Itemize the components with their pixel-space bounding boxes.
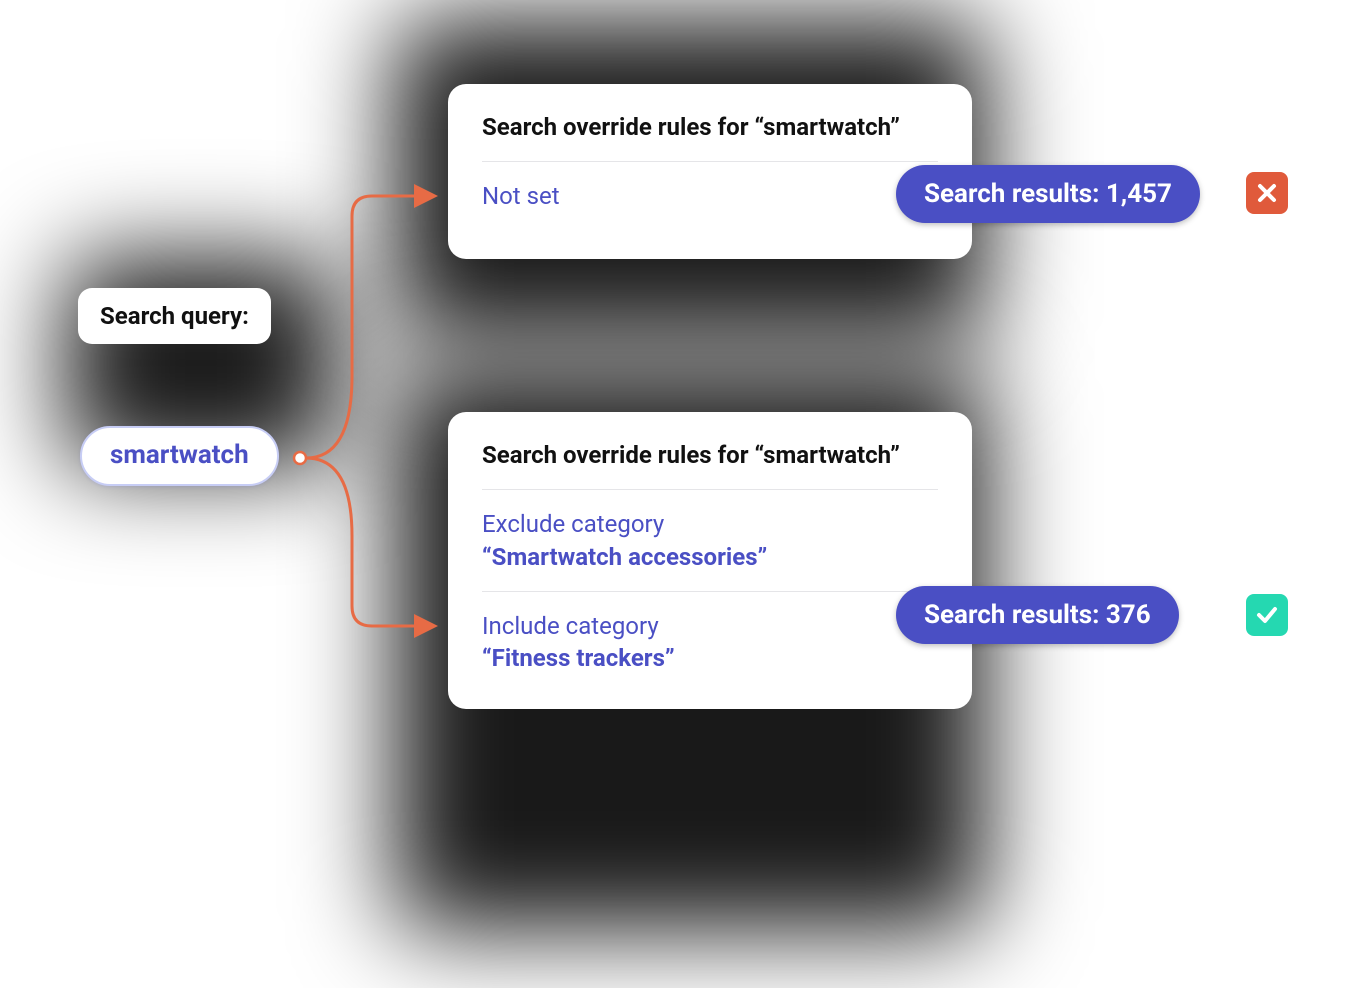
- divider: [482, 489, 938, 490]
- search-query-value: smartwatch: [110, 440, 249, 470]
- rule-exclude: Exclude category “Smartwatch accessories…: [482, 508, 938, 573]
- search-query-pill: smartwatch: [80, 426, 279, 486]
- search-query-label: Search query:: [78, 288, 271, 344]
- rule-exclude-value: “Smartwatch accessories”: [482, 543, 767, 571]
- divider: [482, 591, 938, 592]
- connector-arrows: [292, 176, 452, 646]
- diagram-stage: Search query: smartwatch Search override…: [0, 0, 1372, 988]
- results-pill-top: Search results: 1,457: [896, 165, 1200, 223]
- x-icon: [1246, 172, 1288, 214]
- check-icon: [1246, 594, 1288, 636]
- rules-card-title: Search override rules for “smartwatch”: [482, 440, 938, 471]
- search-query-label-text: Search query:: [100, 302, 249, 330]
- rule-exclude-prefix: Exclude category: [482, 510, 664, 538]
- results-label: Search results: 376: [924, 600, 1151, 630]
- rule-include: Include category “Fitness trackers”: [482, 610, 938, 675]
- results-pill-bottom: Search results: 376: [896, 586, 1179, 644]
- rule-include-prefix: Include category: [482, 612, 659, 640]
- rule-include-value: “Fitness trackers”: [482, 644, 675, 672]
- rules-card-bottom: Search override rules for “smartwatch” E…: [448, 412, 972, 709]
- results-label: Search results: 1,457: [924, 179, 1172, 209]
- divider: [482, 161, 938, 162]
- rule-notset: Not set: [482, 180, 938, 212]
- rules-card-top: Search override rules for “smartwatch” N…: [448, 84, 972, 259]
- rules-card-title: Search override rules for “smartwatch”: [482, 112, 938, 143]
